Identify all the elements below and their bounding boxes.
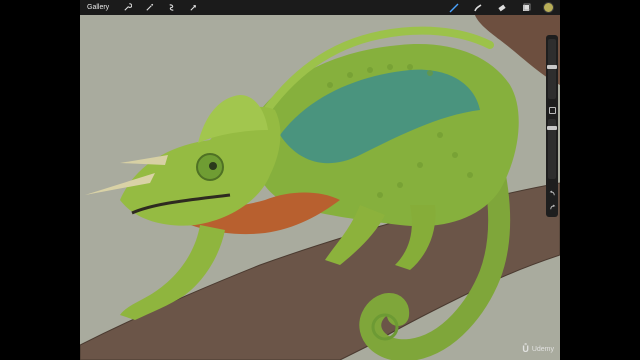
redo-icon[interactable] bbox=[548, 203, 556, 211]
modify-button[interactable] bbox=[549, 107, 556, 114]
selection-icon[interactable] bbox=[165, 2, 177, 14]
procreate-app: Gallery Ů Udemy bbox=[80, 0, 560, 360]
wrench-icon[interactable] bbox=[121, 2, 133, 14]
smudge-icon[interactable] bbox=[471, 2, 485, 14]
undo-icon[interactable] bbox=[548, 189, 556, 197]
brush-icon[interactable] bbox=[447, 2, 461, 14]
color-swatch[interactable] bbox=[543, 2, 554, 13]
eye-pupil bbox=[209, 162, 217, 170]
udemy-logo-icon: Ů bbox=[522, 344, 529, 354]
transform-arrow-icon[interactable] bbox=[187, 2, 199, 14]
gallery-button[interactable]: Gallery bbox=[87, 4, 109, 11]
udemy-watermark: Ů Udemy bbox=[522, 344, 554, 354]
drawing-canvas[interactable] bbox=[80, 15, 560, 360]
magic-wand-icon[interactable] bbox=[143, 2, 155, 14]
eraser-icon[interactable] bbox=[495, 2, 509, 14]
opacity-handle[interactable] bbox=[547, 126, 557, 130]
watermark-text: Udemy bbox=[531, 345, 554, 353]
top-toolbar: Gallery bbox=[80, 0, 560, 15]
right-tools bbox=[437, 0, 554, 15]
layers-icon[interactable] bbox=[519, 2, 533, 14]
brush-size-slider[interactable] bbox=[548, 39, 556, 99]
sidebar bbox=[546, 35, 558, 217]
brush-size-handle[interactable] bbox=[547, 65, 557, 69]
